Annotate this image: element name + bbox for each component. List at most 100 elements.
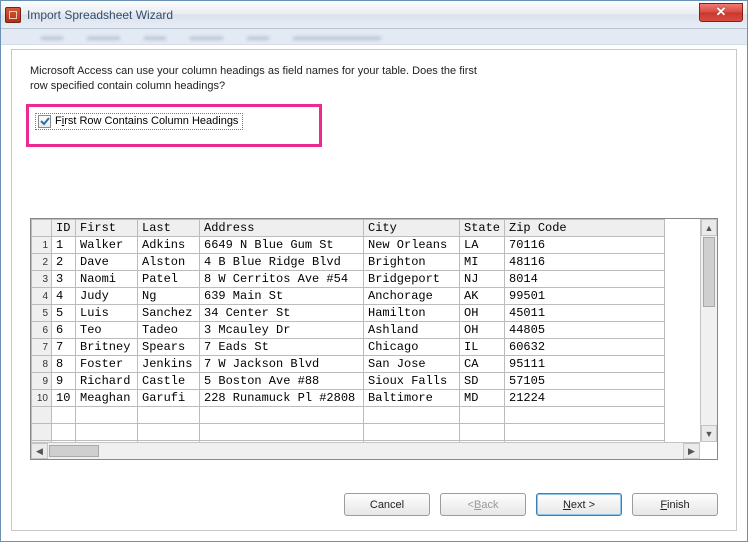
- window-title: Import Spreadsheet Wizard: [27, 8, 173, 22]
- close-icon: ✕: [716, 4, 727, 19]
- row-number: 9: [32, 373, 52, 390]
- cell-first: Judy: [76, 288, 138, 305]
- table-row[interactable]: 11WalkerAdkins6649 N Blue Gum StNew Orle…: [32, 237, 665, 254]
- vertical-scroll-thumb[interactable]: [703, 237, 715, 307]
- col-header-address[interactable]: Address: [200, 220, 364, 237]
- access-app-icon: [5, 7, 21, 23]
- table-row[interactable]: 33NaomiPatel8 W Cerritos Ave #54Bridgepo…: [32, 271, 665, 288]
- cell-last: Tadeo: [138, 322, 200, 339]
- cell-last: Alston: [138, 254, 200, 271]
- data-table: ID First Last Address City State Zip Cod…: [31, 219, 665, 442]
- back-button: < Back: [440, 493, 526, 516]
- table-row[interactable]: 77BritneySpears7 Eads StChicagoIL60632: [32, 339, 665, 356]
- vertical-scrollbar[interactable]: ▲ ▼: [700, 219, 717, 442]
- col-header-state[interactable]: State: [460, 220, 505, 237]
- checkbox-label: First Row Contains Column Headings: [55, 115, 238, 127]
- cell-state: MI: [460, 254, 505, 271]
- row-number: 10: [32, 390, 52, 407]
- cell-last: Garufi: [138, 390, 200, 407]
- cell-address: 7 Eads St: [200, 339, 364, 356]
- cell-city: Chicago: [364, 339, 460, 356]
- checkbox-highlight-box: First Row Contains Column Headings: [26, 104, 322, 147]
- cell-zip: 21224: [505, 390, 665, 407]
- cell-first: Britney: [76, 339, 138, 356]
- cell-last: Ng: [138, 288, 200, 305]
- cell-state: OH: [460, 305, 505, 322]
- header-row: ID First Last Address City State Zip Cod…: [32, 220, 665, 237]
- next-button[interactable]: Next >: [536, 493, 622, 516]
- cell-address: 34 Center St: [200, 305, 364, 322]
- col-header-zip[interactable]: Zip Code: [505, 220, 665, 237]
- cell-state: LA: [460, 237, 505, 254]
- cell-id: 5: [52, 305, 76, 322]
- close-button[interactable]: ✕: [699, 3, 743, 22]
- horizontal-scroll-thumb[interactable]: [49, 445, 99, 457]
- cell-zip: 70116: [505, 237, 665, 254]
- table-row[interactable]: 22DaveAlston4 B Blue Ridge BlvdBrightonM…: [32, 254, 665, 271]
- col-header-city[interactable]: City: [364, 220, 460, 237]
- cell-first: Teo: [76, 322, 138, 339]
- first-row-headings-checkbox[interactable]: First Row Contains Column Headings: [35, 113, 243, 130]
- cell-zip: 95111: [505, 356, 665, 373]
- table-row[interactable]: 66TeoTadeo3 Mcauley DrAshlandOH44805: [32, 322, 665, 339]
- table-row[interactable]: 44JudyNg639 Main StAnchorageAK99501: [32, 288, 665, 305]
- cell-address: 6649 N Blue Gum St: [200, 237, 364, 254]
- cell-id: 10: [52, 390, 76, 407]
- cell-state: IL: [460, 339, 505, 356]
- checkmark-icon: [40, 116, 50, 126]
- cell-city: Baltimore: [364, 390, 460, 407]
- table-row[interactable]: 55LuisSanchez34 Center StHamiltonOH45011: [32, 305, 665, 322]
- horizontal-scrollbar[interactable]: ◀ ▶: [31, 442, 700, 459]
- cell-state: SD: [460, 373, 505, 390]
- cell-state: NJ: [460, 271, 505, 288]
- cell-address: 3 Mcauley Dr: [200, 322, 364, 339]
- cell-zip: 99501: [505, 288, 665, 305]
- cancel-button[interactable]: Cancel: [344, 493, 430, 516]
- cell-zip: 8014: [505, 271, 665, 288]
- row-number: 3: [32, 271, 52, 288]
- cell-zip: 45011: [505, 305, 665, 322]
- col-header-last[interactable]: Last: [138, 220, 200, 237]
- scroll-down-arrow-icon[interactable]: ▼: [701, 425, 717, 442]
- wizard-window: Import Spreadsheet Wizard ✕ ▬▬▬▬▬▬▬▬▬▬▬▬…: [0, 0, 748, 542]
- col-header-id[interactable]: ID: [52, 220, 76, 237]
- grid-viewport: ID First Last Address City State Zip Cod…: [31, 219, 700, 442]
- table-row[interactable]: 99RichardCastle5 Boston Ave #88Sioux Fal…: [32, 373, 665, 390]
- finish-button[interactable]: Finish: [632, 493, 718, 516]
- table-row[interactable]: 88FosterJenkins7 W Jackson BlvdSan JoseC…: [32, 356, 665, 373]
- cell-address: 5 Boston Ave #88: [200, 373, 364, 390]
- scroll-left-arrow-icon[interactable]: ◀: [31, 443, 48, 459]
- checkbox-box: [38, 115, 51, 128]
- row-number: 4: [32, 288, 52, 305]
- cell-city: Sioux Falls: [364, 373, 460, 390]
- cell-first: Richard: [76, 373, 138, 390]
- cell-address: 639 Main St: [200, 288, 364, 305]
- cell-first: Meaghan: [76, 390, 138, 407]
- table-row-empty: [32, 407, 665, 424]
- row-number: 1: [32, 237, 52, 254]
- row-number: 7: [32, 339, 52, 356]
- cell-state: AK: [460, 288, 505, 305]
- table-row[interactable]: 1010MeaghanGarufi228 Runamuck Pl #2808Ba…: [32, 390, 665, 407]
- cell-first: Dave: [76, 254, 138, 271]
- cell-state: OH: [460, 322, 505, 339]
- instruction-line-1: Microsoft Access can use your column hea…: [30, 64, 718, 79]
- cell-id: 9: [52, 373, 76, 390]
- cell-first: Foster: [76, 356, 138, 373]
- row-number: 5: [32, 305, 52, 322]
- cell-zip: 57105: [505, 373, 665, 390]
- col-header-first[interactable]: First: [76, 220, 138, 237]
- cell-city: Ashland: [364, 322, 460, 339]
- cell-last: Patel: [138, 271, 200, 288]
- cell-address: 8 W Cerritos Ave #54: [200, 271, 364, 288]
- cell-last: Adkins: [138, 237, 200, 254]
- cell-zip: 60632: [505, 339, 665, 356]
- cell-id: 8: [52, 356, 76, 373]
- scroll-right-arrow-icon[interactable]: ▶: [683, 443, 700, 459]
- cell-zip: 44805: [505, 322, 665, 339]
- cell-first: Walker: [76, 237, 138, 254]
- instruction-line-2: row specified contain column headings?: [30, 79, 718, 94]
- scroll-up-arrow-icon[interactable]: ▲: [701, 219, 717, 236]
- corner-cell: [32, 220, 52, 237]
- cell-last: Castle: [138, 373, 200, 390]
